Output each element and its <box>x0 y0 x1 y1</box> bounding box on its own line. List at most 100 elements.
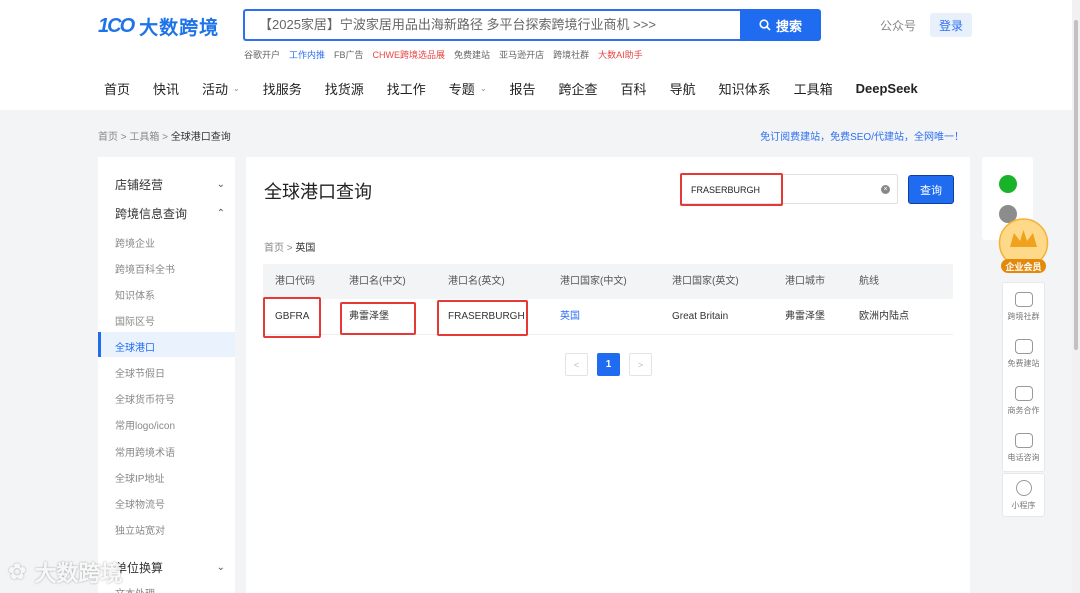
float-item-free-site[interactable]: 免费建站 <box>1003 330 1044 377</box>
page-title: 全球港口查询 <box>264 182 372 202</box>
hotword[interactable]: FB广告 <box>334 48 364 61</box>
clear-icon[interactable]: × <box>881 185 890 194</box>
site-search-input[interactable]: 【2025家居】宁波家居用品出海新路径 多平台探索跨境行业商机 >>> <box>243 9 741 41</box>
page-button-current[interactable]: 1 <box>597 353 620 376</box>
nav-label: 知识体系 <box>718 82 771 97</box>
site-search-button[interactable]: 搜索 <box>740 9 821 41</box>
nav-label: 百科 <box>620 82 647 97</box>
sidebar-item[interactable]: 全球IP地址 <box>115 470 164 485</box>
nav-label: DeepSeek <box>855 81 918 96</box>
hotword[interactable]: 跨境社群 <box>553 48 589 61</box>
sidebar-item[interactable]: 常用logo/icon <box>115 417 175 432</box>
sidebar-item[interactable]: 全球货币符号 <box>115 391 175 406</box>
nav-item-reports[interactable]: 报告 <box>510 79 536 98</box>
search-button-label: 搜索 <box>775 18 802 34</box>
vip-badge[interactable]: 企业会员 <box>995 217 1052 277</box>
chevron-down-icon: ⌄ <box>233 84 240 93</box>
sidebar-item[interactable]: 常用跨境术语 <box>115 444 175 459</box>
login-button[interactable]: 登录 <box>930 13 973 37</box>
watermark-logo-icon: ✿ <box>8 559 27 584</box>
watermark-text: 大数跨境 <box>34 561 123 586</box>
table-header: 港口代码 港口名(中文) 港口名(英文) 港口国家(中文) 港口国家(英文) 港… <box>263 264 953 299</box>
chat-icon <box>1014 385 1033 401</box>
sidebar-item[interactable]: 知识体系 <box>115 287 155 302</box>
sidebar-group-info[interactable]: 跨境信息查询 ⌃ <box>115 205 225 222</box>
site-logo[interactable]: 1CO 大数跨境 <box>98 14 219 39</box>
nav-item-wiki[interactable]: 百科 <box>621 79 647 98</box>
sidebar-group-label: 店铺经营 <box>115 178 164 192</box>
prev-page-button[interactable]: < <box>565 353 588 376</box>
tool-sidebar: 店铺经营 ⌄ 跨境信息查询 ⌃ 跨境企业 跨境百科全书 知识体系 国际区号 全球… <box>98 157 235 593</box>
nav-item-services[interactable]: 找服务 <box>263 79 302 98</box>
sidebar-group-units[interactable]: 单位换算 ⌄ <box>115 559 225 576</box>
sidebar-item[interactable]: 国际区号 <box>115 313 155 328</box>
nav-label: 活动 <box>202 82 229 97</box>
nav-item-news[interactable]: 快讯 <box>153 79 179 98</box>
float-item-business[interactable]: 商务合作 <box>1003 377 1044 424</box>
query-button[interactable]: 查询 <box>908 175 954 204</box>
cell-country-cn-link[interactable]: 英国 <box>560 299 580 335</box>
hotword[interactable]: 谷歌开户 <box>244 48 280 61</box>
nav-item-knowledge[interactable]: 知识体系 <box>719 79 771 98</box>
sidebar-group-store[interactable]: 店铺经营 ⌄ <box>115 176 225 193</box>
hotword[interactable]: 免费建站 <box>454 48 490 61</box>
sidebar-item[interactable]: 独立站宽对 <box>115 522 165 537</box>
nav-item-deepseek[interactable]: DeepSeek <box>856 79 918 98</box>
column-header: 航线 <box>859 276 879 287</box>
hotword[interactable]: CHWE跨境选品展 <box>373 48 446 61</box>
hotword[interactable]: 大数AI助手 <box>598 48 643 61</box>
scrollbar-thumb[interactable] <box>1074 20 1078 350</box>
column-header: 港口名(中文) <box>349 276 406 287</box>
nav-item-toolbox[interactable]: 工具箱 <box>794 79 833 98</box>
sidebar-item[interactable]: 全球节假日 <box>115 365 165 380</box>
chevron-down-icon: ⌄ <box>216 562 225 573</box>
nav-label: 找货源 <box>324 82 364 97</box>
wechat-icon[interactable] <box>999 175 1017 193</box>
float-item-community[interactable]: 跨境社群 <box>1003 283 1044 330</box>
pagination: < 1 > <box>565 353 652 376</box>
nav-item-jobs[interactable]: 找工作 <box>387 79 426 98</box>
sidebar-item[interactable]: 跨境百科全书 <box>115 261 175 276</box>
nav-label: 跨企查 <box>558 82 598 97</box>
nav-label: 专题 <box>448 82 475 97</box>
nav-item-topics[interactable]: 专题 ⌄ <box>449 79 487 98</box>
result-breadcrumb-home[interactable]: 首页 <box>264 243 284 254</box>
nav-item-home[interactable]: 首页 <box>104 79 130 98</box>
result-breadcrumb: 首页 > 英国 <box>264 239 315 254</box>
breadcrumb-home[interactable]: 首页 > <box>98 132 127 143</box>
nav-item-navigation[interactable]: 导航 <box>670 79 696 98</box>
nav-label: 找服务 <box>262 82 302 97</box>
column-header: 港口国家(英文) <box>672 276 739 287</box>
float-item-label: 商务合作 <box>1007 405 1040 415</box>
gongzhonghao-link[interactable]: 公众号 <box>880 17 916 34</box>
column-header: 港口代码 <box>275 276 315 287</box>
highlight-box-code <box>263 297 321 338</box>
sidebar-item[interactable]: 跨境企业 <box>115 235 155 250</box>
nav-item-events[interactable]: 活动 ⌄ <box>202 79 240 98</box>
float-item-mini-program[interactable]: 小程序 <box>1002 473 1045 517</box>
result-breadcrumb-current: 英国 <box>295 243 316 254</box>
nav-item-sourcing[interactable]: 找货源 <box>325 79 364 98</box>
chevron-up-icon: ⌃ <box>216 208 225 219</box>
float-item-label: 跨境社群 <box>1007 311 1040 321</box>
sidebar-item[interactable]: 全球物流号 <box>115 496 165 511</box>
nav-item-company[interactable]: 跨企查 <box>559 79 598 98</box>
store-icon <box>1014 338 1033 354</box>
float-item-label: 小程序 <box>1011 500 1036 510</box>
breadcrumb-toolbox[interactable]: 工具箱 > <box>129 132 168 143</box>
promo-link[interactable]: 免订阅费建站，免费SEO/代建站，全网唯一！ <box>760 128 964 143</box>
hotword[interactable]: 工作内推 <box>289 48 325 61</box>
nav-label: 报告 <box>509 82 536 97</box>
float-item-phone[interactable]: 电话咨询 <box>1003 424 1044 471</box>
top-right: 公众号 登录 <box>880 13 973 37</box>
port-query-panel: 全球港口查询 FRASERBURGH × 查询 首页 > 英国 港口代码 港口名… <box>246 157 970 593</box>
sidebar-item-global-ports[interactable]: 全球港口 <box>115 339 155 354</box>
page-scrollbar[interactable] <box>1072 0 1080 593</box>
sidebar-group-label: 跨境信息查询 <box>115 207 188 221</box>
next-page-button[interactable]: > <box>629 353 652 376</box>
cell-city: 弗雷泽堡 <box>785 311 825 322</box>
hotword[interactable]: 亚马逊开店 <box>499 48 544 61</box>
chevron-down-icon: ⌄ <box>479 84 487 93</box>
nav-label: 工具箱 <box>793 82 833 97</box>
highlight-box-name-cn <box>340 302 416 335</box>
